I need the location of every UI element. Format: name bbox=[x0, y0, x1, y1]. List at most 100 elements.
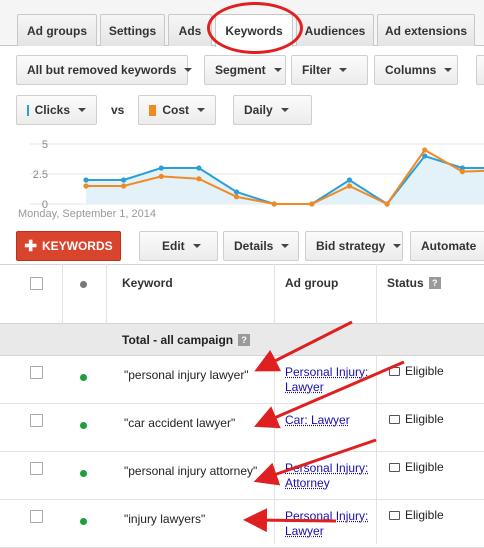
table-row: "injury lawyers" Personal Injury: Lawyer… bbox=[0, 500, 484, 548]
segment-dropdown[interactable]: Segment bbox=[204, 55, 286, 85]
ad-group-column-header[interactable]: Ad group bbox=[285, 276, 338, 290]
help-icon[interactable]: ? bbox=[428, 277, 441, 289]
chevron-down-icon bbox=[339, 68, 348, 72]
status-cell: Eligible bbox=[389, 508, 444, 522]
clicks-data-point[interactable] bbox=[121, 177, 127, 183]
chevron-down-icon bbox=[444, 68, 453, 72]
row-checkbox[interactable] bbox=[30, 510, 43, 523]
edit-dropdown[interactable]: Edit bbox=[139, 231, 218, 261]
chevron-down-icon bbox=[280, 108, 289, 112]
tab-keywords[interactable]: Keywords bbox=[215, 14, 293, 47]
chevron-down-icon bbox=[197, 108, 205, 112]
chevron-down-icon bbox=[393, 244, 402, 248]
tab-bar: Ad groups Settings Ads Keywords Audience… bbox=[0, 0, 484, 47]
ad-group-link[interactable]: Personal Injury: Lawyer bbox=[285, 509, 375, 539]
chart-start-date: Monday, September 1, 2014 bbox=[18, 208, 156, 220]
cost-data-point[interactable] bbox=[83, 183, 89, 189]
metric1-swatch bbox=[27, 104, 29, 116]
column-divider bbox=[376, 264, 377, 324]
versus-label: vs bbox=[111, 103, 125, 117]
status-dot-icon bbox=[80, 374, 87, 381]
cost-data-point[interactable] bbox=[309, 201, 315, 207]
cost-data-point[interactable] bbox=[271, 201, 277, 207]
total-label: Total - all campaign bbox=[122, 333, 234, 347]
add-keywords-button[interactable]: ✚ KEYWORDS bbox=[16, 231, 121, 261]
clicks-data-point[interactable] bbox=[158, 165, 164, 171]
chevron-down-icon bbox=[78, 108, 86, 112]
metric2-dropdown[interactable]: Cost bbox=[138, 95, 216, 125]
table-row: "car accident lawyer" Car: Lawyer Eligib… bbox=[0, 404, 484, 452]
keyword-text[interactable]: "injury lawyers" bbox=[124, 512, 205, 526]
ad-group-link[interactable]: Personal Injury: Lawyer bbox=[285, 365, 375, 395]
metric2-label: Cost bbox=[162, 103, 189, 117]
ad-group-link[interactable]: Personal Injury: Attorney bbox=[285, 461, 375, 491]
cost-data-point[interactable] bbox=[384, 201, 390, 207]
keyword-text[interactable]: "car accident lawyer" bbox=[124, 416, 235, 430]
tab-ad-extensions[interactable]: Ad extensions bbox=[377, 14, 475, 46]
status-header-label: Status bbox=[387, 276, 424, 290]
filter-dropdown[interactable]: Filter bbox=[291, 55, 368, 85]
column-divider bbox=[274, 356, 275, 544]
table-row: "personal injury attorney" Personal Inju… bbox=[0, 452, 484, 500]
row-checkbox[interactable] bbox=[30, 366, 43, 379]
column-divider bbox=[62, 264, 63, 324]
chevron-down-icon bbox=[184, 68, 193, 72]
cost-data-point[interactable] bbox=[346, 183, 353, 189]
status-dot-icon bbox=[80, 518, 87, 525]
status-dot-icon bbox=[80, 470, 87, 477]
ad-group-link[interactable]: Car: Lawyer bbox=[285, 413, 375, 428]
status-text: Eligible bbox=[405, 364, 444, 378]
cost-data-point[interactable] bbox=[459, 169, 465, 175]
automate-label: Automate bbox=[421, 239, 477, 253]
keyword-text[interactable]: "personal injury attorney" bbox=[124, 464, 257, 478]
period-label: Daily bbox=[244, 103, 273, 117]
automate-dropdown[interactable]: Automate bbox=[410, 231, 484, 261]
clicks-data-point[interactable] bbox=[346, 177, 353, 183]
details-dropdown[interactable]: Details bbox=[223, 231, 299, 261]
columns-dropdown[interactable]: Columns bbox=[374, 55, 458, 85]
row-checkbox[interactable] bbox=[30, 462, 43, 475]
clicks-data-point[interactable] bbox=[196, 165, 202, 171]
performance-chart: 52.50 bbox=[30, 139, 484, 211]
tab-ads[interactable]: Ads bbox=[168, 14, 212, 46]
tab-settings[interactable]: Settings bbox=[100, 14, 165, 46]
period-dropdown[interactable]: Daily bbox=[233, 95, 312, 125]
cost-data-point[interactable] bbox=[121, 183, 127, 189]
tab-audiences[interactable]: Audiences bbox=[296, 14, 374, 46]
cost-data-point[interactable] bbox=[422, 147, 428, 153]
metric2-swatch bbox=[149, 104, 157, 116]
metric1-dropdown[interactable]: Clicks bbox=[16, 95, 97, 125]
status-text: Eligible bbox=[405, 412, 444, 426]
view-filter-dropdown[interactable]: All but removed keywords bbox=[16, 55, 193, 85]
clicks-data-point[interactable] bbox=[233, 189, 240, 195]
y-tick-label: 2.5 bbox=[33, 169, 48, 181]
speech-bubble-icon[interactable] bbox=[389, 414, 400, 424]
details-label: Details bbox=[234, 239, 274, 253]
help-icon[interactable]: ? bbox=[238, 334, 251, 346]
total-row: Total - all campaign? bbox=[0, 324, 484, 356]
status-cell: Eligible bbox=[389, 364, 444, 378]
metric1-label: Clicks bbox=[34, 103, 70, 117]
column-divider bbox=[106, 264, 107, 324]
cost-data-point[interactable] bbox=[196, 176, 202, 182]
column-divider bbox=[274, 264, 275, 324]
tab-ad-groups[interactable]: Ad groups bbox=[17, 14, 97, 46]
cost-data-point[interactable] bbox=[158, 173, 164, 179]
speech-bubble-icon[interactable] bbox=[389, 366, 400, 376]
keyword-column-header[interactable]: Keyword bbox=[122, 276, 173, 290]
chevron-down-icon bbox=[192, 244, 201, 248]
select-all-checkbox[interactable] bbox=[30, 277, 43, 290]
status-dot-icon bbox=[80, 422, 87, 429]
plus-icon: ✚ bbox=[24, 238, 37, 255]
clicks-data-point[interactable] bbox=[83, 177, 89, 183]
row-checkbox[interactable] bbox=[30, 414, 43, 427]
bid-strategy-dropdown[interactable]: Bid strategy bbox=[305, 231, 403, 261]
status-column-header[interactable]: Status? bbox=[387, 276, 441, 290]
speech-bubble-icon[interactable] bbox=[389, 462, 400, 472]
speech-bubble-icon[interactable] bbox=[389, 510, 400, 520]
cost-data-point[interactable] bbox=[233, 194, 240, 200]
overflow-button[interactable] bbox=[476, 55, 484, 85]
chevron-down-icon bbox=[273, 68, 282, 72]
keyword-text[interactable]: "personal injury lawyer" bbox=[124, 368, 249, 382]
status-text: Eligible bbox=[405, 508, 444, 522]
